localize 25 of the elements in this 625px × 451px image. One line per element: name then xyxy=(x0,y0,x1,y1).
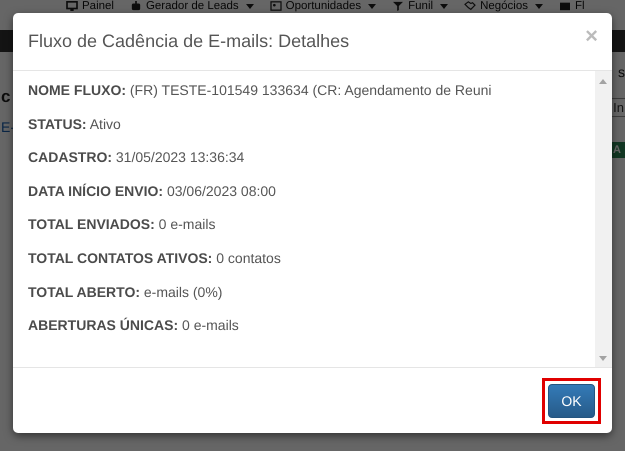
detail-text: ABERTURAS ÚNICAS: 0 e-mails xyxy=(28,317,240,334)
id-card-icon xyxy=(270,1,282,11)
detail-text: STATUS: Ativo xyxy=(28,116,122,132)
scroll-down-icon xyxy=(599,356,607,361)
detail-text: TOTAL ENVIADOS: 0 e-mails xyxy=(28,216,216,232)
nav-item[interactable]: Gerador de Leads xyxy=(130,0,254,12)
ok-button[interactable]: OK xyxy=(548,384,595,418)
nav-item[interactable]: Oportunidades xyxy=(270,0,376,12)
scroll-up-icon xyxy=(599,79,607,84)
close-button[interactable]: × xyxy=(585,24,598,46)
detail-text: TOTAL CONTATOS ATIVOS: 0 contatos xyxy=(28,250,282,266)
monitor-icon xyxy=(66,1,78,11)
nav-item[interactable]: Funil xyxy=(392,0,448,12)
dialog-title: Fluxo de Cadência de E-mails: Detalhes xyxy=(28,31,350,52)
label: s xyxy=(618,64,625,80)
scrollbar[interactable] xyxy=(595,71,612,367)
heading: c xyxy=(1,87,12,107)
nav-item[interactable]: Negócios xyxy=(464,0,544,12)
nav-item[interactable]: Painel xyxy=(66,0,114,12)
detail-text: DATA INÍCIO ENVIO: 03/06/2023 08:00 xyxy=(28,182,277,199)
detail-text: TOTAL ABERTO: e-mails (0%) xyxy=(28,284,224,300)
nav-item[interactable]: Fl xyxy=(559,0,585,12)
funnel-icon xyxy=(392,1,404,11)
detail-text: NOME FLUXO: (FR) TESTE-101549 133634 (CR: Agendamento de Reuni xyxy=(28,82,493,98)
detail-text: CADASTRO: 31/05/2023 13:36:34 xyxy=(28,149,246,166)
